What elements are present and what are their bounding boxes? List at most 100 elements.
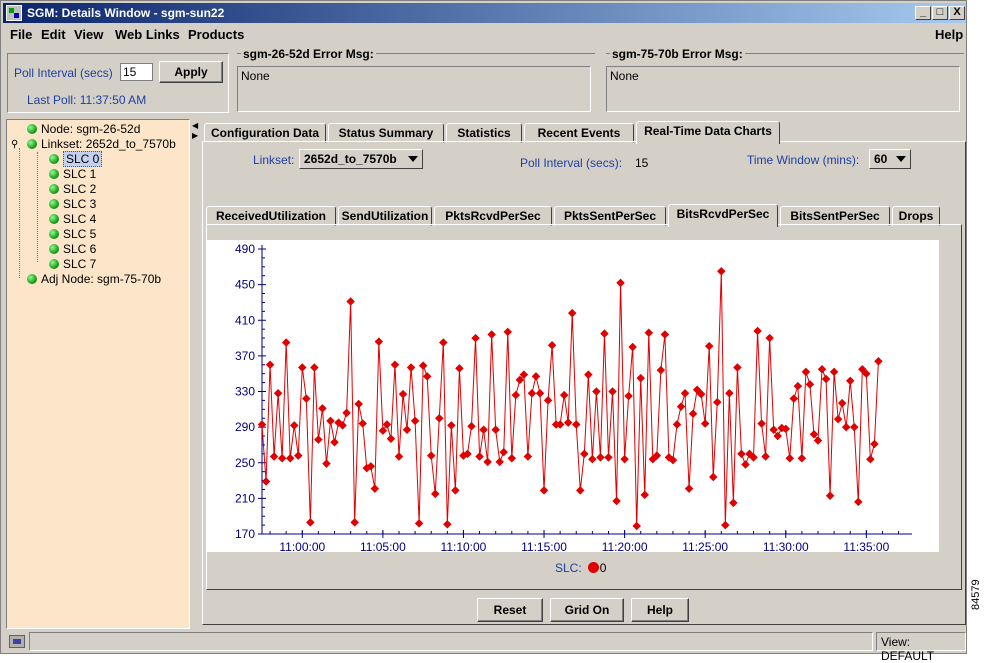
poll-interval-label: Poll Interval (secs) [14, 66, 113, 80]
time-window-select[interactable]: 60 [869, 149, 911, 169]
status-ok-icon [27, 139, 37, 149]
grid-toggle-button[interactable]: Grid On [550, 598, 624, 622]
app-icon [6, 5, 22, 21]
view-status-box: View: DEFAULT [876, 632, 966, 663]
data-point [817, 364, 827, 374]
status-ok-icon [49, 169, 59, 179]
data-point [289, 421, 299, 430]
data-point [318, 404, 327, 413]
data-point [507, 454, 517, 463]
data-point [733, 363, 742, 372]
tab-configuration-data[interactable]: Configuration Data [204, 123, 326, 143]
data-point [825, 491, 835, 500]
tree-node-slc[interactable]: SLC 7 [49, 257, 96, 271]
x-tick-label: 11:10:00 [441, 540, 487, 552]
chart-tab-sendutilization[interactable]: SendUtilization [338, 206, 432, 226]
data-point [523, 452, 533, 461]
tree-node-slc[interactable]: SLC 6 [49, 242, 96, 256]
y-tick-label: 170 [235, 527, 255, 541]
data-point [503, 327, 513, 337]
data-point [265, 360, 275, 370]
data-point [572, 420, 581, 429]
data-point [870, 439, 879, 449]
data-point [713, 397, 722, 407]
tree-node-slc[interactable]: SLC 2 [49, 182, 96, 196]
status-ok-icon [49, 184, 59, 194]
y-tick-label: 250 [235, 456, 255, 470]
status-bar: View: DEFAULT [3, 632, 966, 663]
reset-button[interactable]: Reset [477, 598, 543, 622]
maximize-button[interactable]: □ [932, 6, 948, 20]
minimize-button[interactable]: _ [915, 6, 931, 20]
data-point [813, 436, 823, 445]
data-point [636, 373, 645, 383]
data-point [721, 520, 730, 530]
chart-tab-bitssentpersec[interactable]: BitsSentPerSec [780, 206, 890, 226]
error-msg-box-1: None [237, 66, 591, 112]
data-point [845, 376, 855, 386]
tree-node-slc[interactable]: SLC 4 [49, 212, 96, 226]
tab-recent-events[interactable]: Recent Events [524, 123, 634, 143]
data-point [684, 484, 694, 493]
data-point [467, 421, 476, 431]
splitter[interactable]: ◀ ▶ [191, 119, 199, 629]
data-point [294, 451, 303, 460]
data-point [829, 367, 839, 377]
data-point [580, 449, 589, 459]
data-point [576, 486, 585, 495]
data-point [447, 421, 456, 430]
tree-node-adj-node[interactable]: Adj Node: sgm-75-70b [27, 272, 161, 286]
tab-status-summary[interactable]: Status Summary [328, 123, 444, 143]
tree-panel: ⚲ Node: sgm-26-52d Linkset: 2652d_to_757… [6, 119, 190, 629]
x-tick-label: 11:05:00 [360, 540, 406, 552]
data-point [741, 460, 750, 469]
menu-products[interactable]: Products [188, 27, 244, 42]
chart-tab-pktssentpersec[interactable]: PktsSentPerSec [554, 206, 666, 226]
tab-statistics[interactable]: Statistics [446, 123, 522, 143]
tree-node-slc[interactable]: SLC 1 [49, 167, 96, 181]
menu-web-links[interactable]: Web Links [115, 27, 180, 42]
data-point [567, 308, 577, 318]
tree-node-node[interactable]: Node: sgm-26-52d [27, 122, 140, 136]
tree-node-slc[interactable]: SLC 0 [49, 151, 103, 167]
collapse-right-icon[interactable]: ▶ [192, 131, 198, 140]
data-point [406, 363, 416, 372]
data-point [322, 459, 331, 468]
menu-help[interactable]: Help [935, 27, 963, 42]
tree-node-slc[interactable]: SLC 3 [49, 197, 96, 211]
data-point [479, 425, 488, 435]
data-point [435, 413, 444, 423]
chart-tab-drops[interactable]: Drops [892, 206, 940, 226]
data-point [310, 363, 319, 372]
dropdown-caret-icon [896, 156, 906, 162]
data-point [837, 398, 847, 408]
tree-node-slc[interactable]: SLC 5 [49, 227, 96, 241]
poll-interval-input[interactable] [120, 63, 153, 81]
close-button[interactable]: X [949, 6, 965, 20]
data-point [350, 518, 359, 527]
menu-edit[interactable]: Edit [41, 27, 66, 42]
chart-tab-bitsrcvdpersec[interactable]: BitsRcvdPerSec [668, 204, 778, 227]
tab-real-time-data-charts[interactable]: Real-Time Data Charts [636, 121, 780, 144]
linkset-select[interactable]: 2652d_to_7570b [299, 149, 423, 169]
help-button[interactable]: Help [631, 598, 689, 622]
title-bar[interactable]: SGM: Details Window - sgm-sun22 _ □ X [3, 3, 966, 23]
menu-file[interactable]: File [10, 27, 32, 42]
error-msg-group-1: sgm-26-52d Error Msg: None [237, 47, 595, 113]
tree-node-linkset[interactable]: Linkset: 2652d_to_7570b [27, 137, 176, 151]
chart-tab-pktsrcvdpersec[interactable]: PktsRcvdPerSec [434, 206, 552, 226]
data-point [358, 419, 367, 428]
data-point [281, 338, 291, 347]
y-tick-label: 330 [235, 385, 255, 399]
data-point [841, 422, 851, 432]
menu-view[interactable]: View [74, 27, 103, 42]
data-point [773, 431, 782, 441]
status-icon[interactable] [9, 635, 25, 648]
collapse-left-icon[interactable]: ◀ [192, 121, 198, 130]
key-icon[interactable]: ⚲ [11, 139, 18, 150]
status-ok-icon [27, 124, 37, 134]
data-point [801, 367, 811, 377]
data-point [805, 380, 815, 389]
apply-button[interactable]: Apply [159, 61, 223, 83]
chart-tab-receivedutilization[interactable]: ReceivedUtilization [206, 206, 336, 226]
